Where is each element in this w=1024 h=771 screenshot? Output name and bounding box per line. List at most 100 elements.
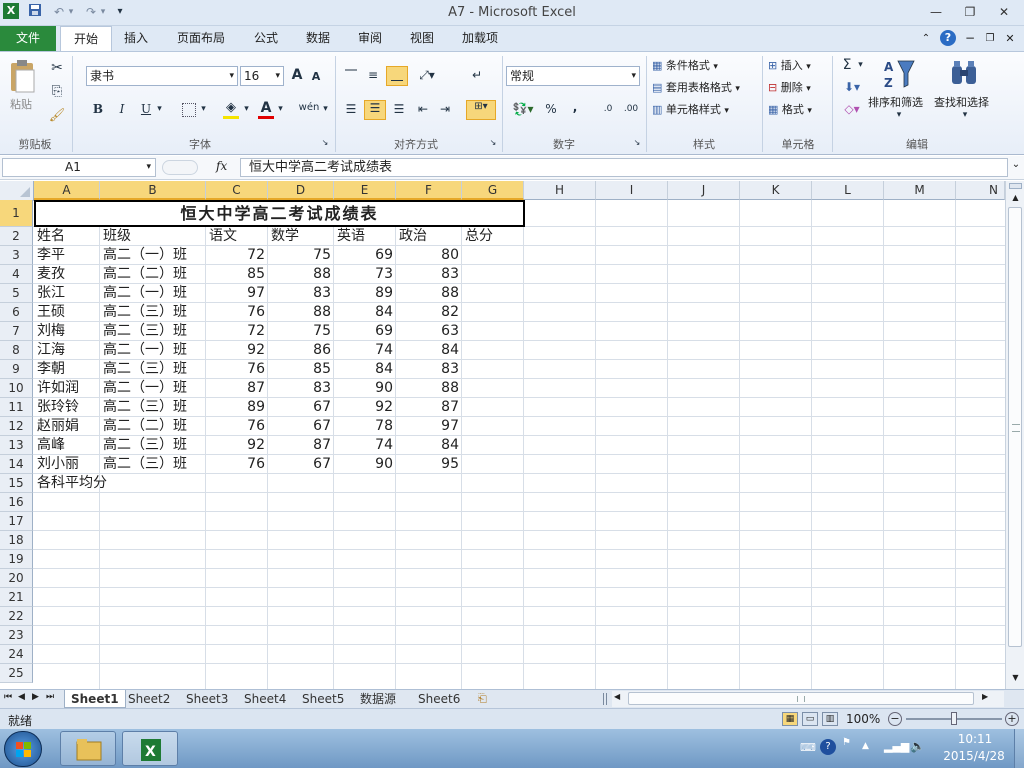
insert-function-button[interactable]: fx (216, 159, 236, 173)
column-header[interactable]: F (396, 181, 462, 200)
underline-dropdown-icon[interactable]: ▾ (155, 104, 164, 114)
column-header[interactable]: A (34, 181, 100, 200)
row-header[interactable]: 25 (0, 664, 33, 683)
tab-split-handle[interactable] (603, 693, 607, 705)
score-cell[interactable]: 74 (334, 341, 396, 360)
class-cell[interactable]: 高二（二）班 (100, 417, 206, 436)
comma-button[interactable]: , (568, 100, 582, 114)
sheet-tab-sheet2[interactable]: Sheet2 (122, 690, 176, 708)
row-header[interactable]: 13 (0, 436, 33, 455)
row-header[interactable]: 24 (0, 645, 33, 664)
italic-button[interactable]: I (114, 102, 130, 116)
row-header[interactable]: 1 (0, 200, 33, 227)
expand-formula-bar-icon[interactable]: ⌄ (1009, 159, 1023, 170)
score-cell[interactable]: 89 (206, 398, 268, 417)
show-desktop-button[interactable] (1014, 729, 1024, 768)
scroll-up-arrow-icon[interactable]: ▲ (1009, 193, 1022, 205)
workbook-close-button[interactable]: ✕ (1002, 26, 1018, 51)
decrease-indent-icon[interactable]: ⇤ (414, 102, 432, 116)
scroll-h-thumb[interactable] (628, 692, 974, 705)
score-cell[interactable]: 92 (206, 341, 268, 360)
column-header[interactable]: N (956, 181, 1005, 200)
network-tray-icon[interactable]: ▂▄▆ (884, 740, 909, 753)
column-title-cell[interactable]: 班级 (100, 227, 206, 246)
row-header[interactable]: 7 (0, 322, 33, 341)
student-name-cell[interactable]: 李朝 (34, 360, 100, 379)
student-name-cell[interactable]: 高峰 (34, 436, 100, 455)
find-select-dropdown-icon[interactable]: ▾ (960, 110, 970, 120)
column-title-cell[interactable]: 语文 (206, 227, 268, 246)
shrink-font-button[interactable]: A (310, 70, 322, 83)
score-cell[interactable]: 76 (206, 417, 268, 436)
column-header[interactable]: K (740, 181, 812, 200)
column-header[interactable]: C (206, 181, 268, 200)
worksheet-grid[interactable]: A B C D E F G H I J K L M N 1 2 3 4 5 6 … (0, 181, 1024, 689)
score-cell[interactable]: 85 (206, 265, 268, 284)
column-header[interactable]: D (268, 181, 334, 200)
column-title-cell[interactable]: 数学 (268, 227, 334, 246)
find-select-button[interactable]: 查找和选择 (934, 94, 998, 110)
score-cell[interactable]: 84 (396, 436, 462, 455)
column-title-cell[interactable]: 政治 (396, 227, 462, 246)
row-header[interactable]: 19 (0, 550, 33, 569)
orientation-icon[interactable]: ⤢▾ (416, 68, 438, 83)
delete-cells-button[interactable]: ⊟ 删除 ▾ (768, 79, 828, 97)
file-explorer-icon[interactable] (60, 731, 116, 766)
student-name-cell[interactable]: 李平 (34, 246, 100, 265)
tab-insert[interactable]: 插入 (114, 26, 158, 51)
score-cell[interactable]: 88 (396, 379, 462, 398)
score-cell[interactable]: 67 (268, 455, 334, 474)
cut-icon[interactable]: ✂ (48, 60, 66, 76)
class-cell[interactable]: 高二（三）班 (100, 360, 206, 379)
tab-data[interactable]: 数据 (296, 26, 340, 51)
student-name-cell[interactable]: 许如润 (34, 379, 100, 398)
maximize-button[interactable]: ❐ (956, 2, 984, 22)
score-cell[interactable]: 97 (206, 284, 268, 303)
decrease-decimal-button[interactable]: .00 (620, 104, 642, 114)
class-cell[interactable]: 高二（一）班 (100, 379, 206, 398)
clear-icon[interactable]: ◇▾ (840, 102, 864, 116)
start-button-icon[interactable] (4, 731, 42, 767)
insert-cells-button[interactable]: ⊞ 插入 ▾ (768, 57, 828, 75)
phonetic-guide-button[interactable]: wén (298, 102, 320, 113)
student-name-cell[interactable]: 麦孜 (34, 265, 100, 284)
column-header[interactable]: I (596, 181, 668, 200)
score-cell[interactable]: 87 (206, 379, 268, 398)
paste-button[interactable]: 粘贴 (10, 96, 40, 112)
first-sheet-arrow-icon[interactable]: ⏮ (4, 692, 16, 702)
row-header[interactable]: 8 (0, 341, 33, 360)
score-cell[interactable]: 76 (206, 455, 268, 474)
format-painter-icon[interactable]: 🖌 (48, 108, 66, 123)
normal-view-icon[interactable]: ▦ (782, 712, 798, 726)
score-cell[interactable]: 90 (334, 455, 396, 474)
format-cells-button[interactable]: ▦ 格式 ▾ (768, 101, 828, 119)
tab-addins[interactable]: 加载项 (452, 26, 508, 51)
phonetic-dropdown-icon[interactable]: ▾ (321, 104, 330, 114)
copy-icon[interactable]: ⎘ (48, 84, 66, 99)
tab-view[interactable]: 视图 (400, 26, 444, 51)
average-label-cell[interactable]: 各科平均分 (34, 474, 194, 493)
score-cell[interactable]: 80 (396, 246, 462, 265)
score-cell[interactable]: 95 (396, 455, 462, 474)
score-cell[interactable]: 87 (396, 398, 462, 417)
align-center-icon[interactable]: ☰ (364, 100, 386, 120)
scroll-down-arrow-icon[interactable]: ▼ (1009, 673, 1022, 685)
last-sheet-arrow-icon[interactable]: ⏭ (46, 692, 58, 702)
help-icon[interactable]: ? (940, 30, 956, 46)
page-layout-view-icon[interactable]: ▭ (802, 712, 818, 726)
column-header[interactable]: G (462, 181, 524, 200)
paste-icon[interactable] (8, 58, 38, 94)
borders-icon[interactable] (182, 103, 196, 117)
class-cell[interactable]: 高二（三）班 (100, 455, 206, 474)
align-left-icon[interactable]: ☰ (342, 102, 360, 116)
formula-bar-resize-handle[interactable] (162, 160, 198, 175)
tab-page-layout[interactable]: 页面布局 (168, 26, 234, 51)
score-cell[interactable]: 85 (268, 360, 334, 379)
zoom-slider-thumb[interactable] (951, 712, 957, 725)
font-name-select[interactable]: 隶书 ▾ (86, 66, 238, 86)
merge-center-icon[interactable]: ⊞▾ (466, 100, 496, 120)
wrap-text-icon[interactable]: ↵ (468, 68, 486, 82)
scroll-split-handle[interactable] (1009, 183, 1022, 189)
row-header[interactable]: 22 (0, 607, 33, 626)
row-header[interactable]: 12 (0, 417, 33, 436)
